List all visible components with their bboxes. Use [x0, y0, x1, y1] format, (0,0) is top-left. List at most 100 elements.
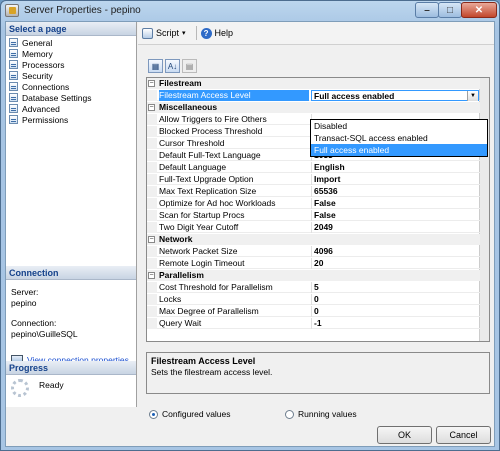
connection-label: Connection: — [11, 318, 57, 328]
collapse-toggle-icon[interactable]: − — [148, 104, 155, 111]
progress-spinner-icon — [11, 379, 29, 397]
grid-category-row[interactable]: − Parallelism — [147, 270, 480, 281]
row-gutter — [147, 114, 157, 125]
property-name: Full-Text Upgrade Option — [159, 174, 254, 184]
page-icon — [9, 71, 18, 80]
page-item-database-settings[interactable]: Database Settings — [6, 92, 136, 103]
grid-property-row[interactable]: Filestream Access Level Full access enabl… — [147, 90, 480, 101]
property-name: Locks — [159, 294, 182, 304]
page-item-label: Security — [22, 70, 53, 81]
running-radio-dot[interactable] — [285, 409, 294, 419]
row-gutter — [147, 294, 157, 305]
row-gutter — [147, 198, 157, 209]
grid-property-row[interactable]: Network Packet Size 4096 — [147, 246, 480, 257]
chevron-down-icon[interactable]: ▾ — [182, 29, 186, 37]
running-values-label: Running values — [298, 409, 357, 419]
grid-property-row[interactable]: Default Language English — [147, 162, 480, 173]
configured-values-radio[interactable]: Configured values — [149, 409, 231, 419]
grid-category-row[interactable]: − Filestream — [147, 78, 480, 89]
filestream-access-combo[interactable]: Full access enabled ▼ — [311, 90, 479, 101]
property-name: Network Packet Size — [159, 246, 238, 256]
page-item-processors[interactable]: Processors — [6, 59, 136, 70]
dropdown-option[interactable]: Full access enabled — [311, 144, 487, 156]
row-gutter — [147, 186, 157, 197]
alphabetical-sort-button[interactable]: A↓ — [165, 59, 180, 73]
collapse-toggle-icon[interactable]: − — [148, 80, 155, 87]
row-gutter — [147, 258, 157, 269]
grid-property-row[interactable]: Remote Login Timeout 20 — [147, 258, 480, 269]
property-value[interactable]: English — [311, 162, 479, 173]
ok-button[interactable]: OK — [377, 426, 432, 444]
property-value[interactable]: Import — [311, 174, 479, 185]
page-item-connections[interactable]: Connections — [6, 81, 136, 92]
grid-property-row[interactable]: Max Text Replication Size 65536 — [147, 186, 480, 197]
help-button[interactable]: ? Help — [200, 27, 234, 39]
grid-property-row[interactable]: Optimize for Ad hoc Workloads False — [147, 198, 480, 209]
page-list: General Memory Processors Security Connectio… — [6, 37, 136, 125]
grid-property-row[interactable]: Max Degree of Parallelism 0 — [147, 306, 480, 317]
page-icon — [9, 82, 18, 91]
property-value[interactable]: 4096 — [311, 246, 479, 257]
property-grid[interactable]: − Filestream Filestream Access Level Full a… — [146, 77, 490, 342]
page-item-security[interactable]: Security — [6, 70, 136, 81]
grid-category-row[interactable]: − Network — [147, 234, 480, 245]
row-gutter — [147, 246, 157, 257]
row-gutter — [147, 138, 157, 149]
property-value[interactable]: 0 — [311, 294, 479, 305]
minimize-button[interactable]: – — [415, 2, 439, 18]
property-name: Max Degree of Parallelism — [159, 306, 259, 316]
help-label: Help — [214, 28, 234, 38]
category-name: Parallelism — [159, 270, 204, 280]
script-label: Script — [156, 28, 180, 38]
property-value[interactable]: False — [311, 198, 479, 209]
page-item-label: Memory — [22, 48, 53, 59]
collapse-toggle-icon[interactable]: − — [148, 236, 155, 243]
page-item-advanced[interactable]: Advanced — [6, 103, 136, 114]
grid-property-row[interactable]: Locks 0 — [147, 294, 480, 305]
collapse-toggle-icon[interactable]: − — [148, 272, 155, 279]
page-item-memory[interactable]: Memory — [6, 48, 136, 59]
property-value[interactable]: -1 — [311, 318, 479, 329]
grid-property-row[interactable]: Full-Text Upgrade Option Import — [147, 174, 480, 185]
property-value[interactable]: 2049 — [311, 222, 479, 233]
description-title: Filestream Access Level — [151, 356, 256, 366]
maximize-button[interactable]: □ — [438, 2, 462, 18]
grid-property-row[interactable]: Two Digit Year Cutoff 2049 — [147, 222, 480, 233]
filestream-access-dropdown-list[interactable]: Disabled Transact-SQL access enabled Full … — [310, 119, 488, 157]
dropdown-option[interactable]: Disabled — [311, 120, 487, 132]
page-item-permissions[interactable]: Permissions — [6, 114, 136, 125]
dropdown-arrow-icon[interactable]: ▼ — [467, 91, 478, 101]
server-value: pepino — [11, 298, 37, 308]
title-bar[interactable]: Server Properties - pepino – □ ✕ — [1, 1, 499, 21]
script-button[interactable]: Script ▾ — [142, 27, 186, 39]
grid-category-row[interactable]: − Miscellaneous — [147, 102, 480, 113]
property-value[interactable]: 0 — [311, 306, 479, 317]
page-item-label: Permissions — [22, 114, 69, 125]
property-name: Remote Login Timeout — [159, 258, 245, 268]
grid-property-row[interactable]: Scan for Startup Procs False — [147, 210, 480, 221]
grid-property-row[interactable]: Query Wait -1 — [147, 318, 480, 329]
property-value[interactable]: 5 — [311, 282, 479, 293]
running-values-radio[interactable]: Running values — [285, 409, 357, 419]
cancel-button[interactable]: Cancel — [436, 426, 491, 444]
category-name: Filestream — [159, 78, 202, 88]
page-item-label: Connections — [22, 81, 70, 92]
page-icon — [9, 60, 18, 69]
property-pages-button[interactable]: ▤ — [182, 59, 197, 73]
dropdown-option[interactable]: Transact-SQL access enabled — [311, 132, 487, 144]
grid-property-row[interactable]: Cost Threshold for Parallelism 5 — [147, 282, 480, 293]
property-value[interactable]: 65536 — [311, 186, 479, 197]
property-value[interactable]: 20 — [311, 258, 479, 269]
page-item-general[interactable]: General — [6, 37, 136, 48]
page-icon — [9, 49, 18, 58]
property-value[interactable]: False — [311, 210, 479, 221]
configured-radio-dot[interactable] — [149, 409, 158, 419]
grid-scrollbar[interactable] — [479, 78, 489, 341]
close-button[interactable]: ✕ — [461, 2, 497, 18]
row-gutter — [147, 174, 157, 185]
progress-header: Progress — [6, 361, 136, 375]
row-gutter — [147, 126, 157, 137]
row-gutter — [147, 150, 157, 161]
row-gutter — [147, 282, 157, 293]
categorized-view-button[interactable]: ▦ — [148, 59, 163, 73]
